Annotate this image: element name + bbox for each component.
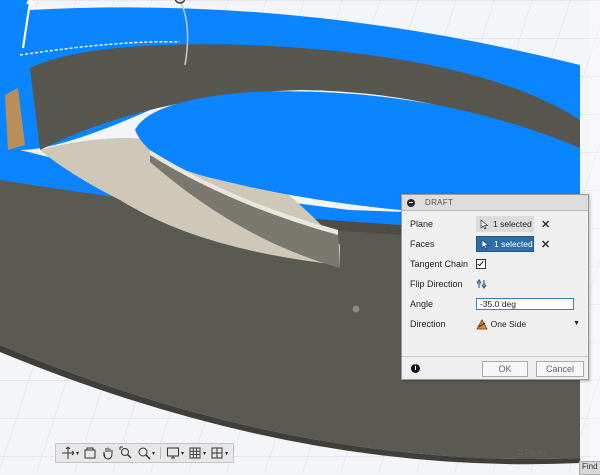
selection-count: 2 Faces — [518, 448, 547, 457]
faces-clear-icon[interactable]: ✕ — [541, 238, 550, 251]
cursor-icon — [480, 218, 489, 229]
angle-row: Angle -35.0 deg — [410, 295, 582, 313]
flip-direction-icon[interactable] — [476, 278, 488, 290]
faces-label: Faces — [410, 239, 435, 249]
plane-row: Plane 1 selected ✕ — [410, 215, 582, 233]
cancel-button[interactable]: Cancel — [536, 361, 584, 377]
tangent-chain-checkbox[interactable] — [476, 259, 486, 269]
collapse-icon[interactable] — [407, 198, 415, 207]
angle-input[interactable]: -35.0 deg — [476, 298, 574, 310]
plane-label: Plane — [410, 219, 434, 229]
flip-direction-label: Flip Direction — [410, 279, 463, 289]
toolbar-separator — [160, 447, 162, 459]
faces-row: Faces 1 selected ✕ — [410, 235, 582, 253]
plane-clear-icon[interactable]: ✕ — [541, 218, 550, 231]
dialog-footer: i OK Cancel — [402, 356, 588, 379]
zoom-window-icon[interactable] — [119, 446, 133, 460]
right-panel-strip — [590, 0, 600, 460]
pan-hand-icon[interactable] — [101, 446, 115, 460]
orbit-icon[interactable]: ▾ — [61, 446, 79, 460]
zoom-icon[interactable]: ▾ — [137, 446, 155, 460]
dialog-header: DRAFT — [402, 195, 588, 211]
display-settings-icon[interactable]: ▾ — [166, 446, 184, 460]
navigation-toolbar: ▾ ▾ ▾ ▾ ▾ — [55, 443, 235, 463]
plane-select-button[interactable]: 1 selected — [476, 216, 534, 232]
plane-value: 1 selected — [493, 219, 532, 229]
grid-icon[interactable]: ▾ — [188, 446, 206, 460]
dialog-title: DRAFT — [425, 198, 454, 207]
chevron-down-icon: ▼ — [573, 320, 580, 327]
direction-row: Direction One Side ▼ — [410, 315, 582, 333]
angle-label: Angle — [410, 299, 434, 309]
viewports-icon[interactable]: ▾ — [210, 446, 228, 460]
cursor-icon — [481, 238, 490, 249]
draft-dialog: DRAFT Plane 1 selected ✕ Faces 1 selecte… — [401, 194, 589, 380]
direction-label: Direction — [410, 319, 446, 329]
look-at-icon[interactable] — [83, 446, 97, 460]
direction-dropdown[interactable]: One Side ▼ — [475, 317, 582, 331]
flip-direction-row: Flip Direction — [410, 275, 582, 293]
tangent-chain-row: Tangent Chain — [410, 255, 582, 273]
faces-value: 1 selected — [494, 239, 533, 249]
one-side-icon — [475, 318, 488, 329]
faces-select-button[interactable]: 1 selected — [476, 236, 534, 252]
ok-button[interactable]: OK — [482, 361, 528, 377]
tangent-chain-label: Tangent Chain — [410, 259, 469, 269]
pivot-point[interactable] — [352, 305, 360, 313]
direction-value: One Side — [490, 319, 527, 329]
info-icon[interactable]: i — [411, 363, 420, 373]
